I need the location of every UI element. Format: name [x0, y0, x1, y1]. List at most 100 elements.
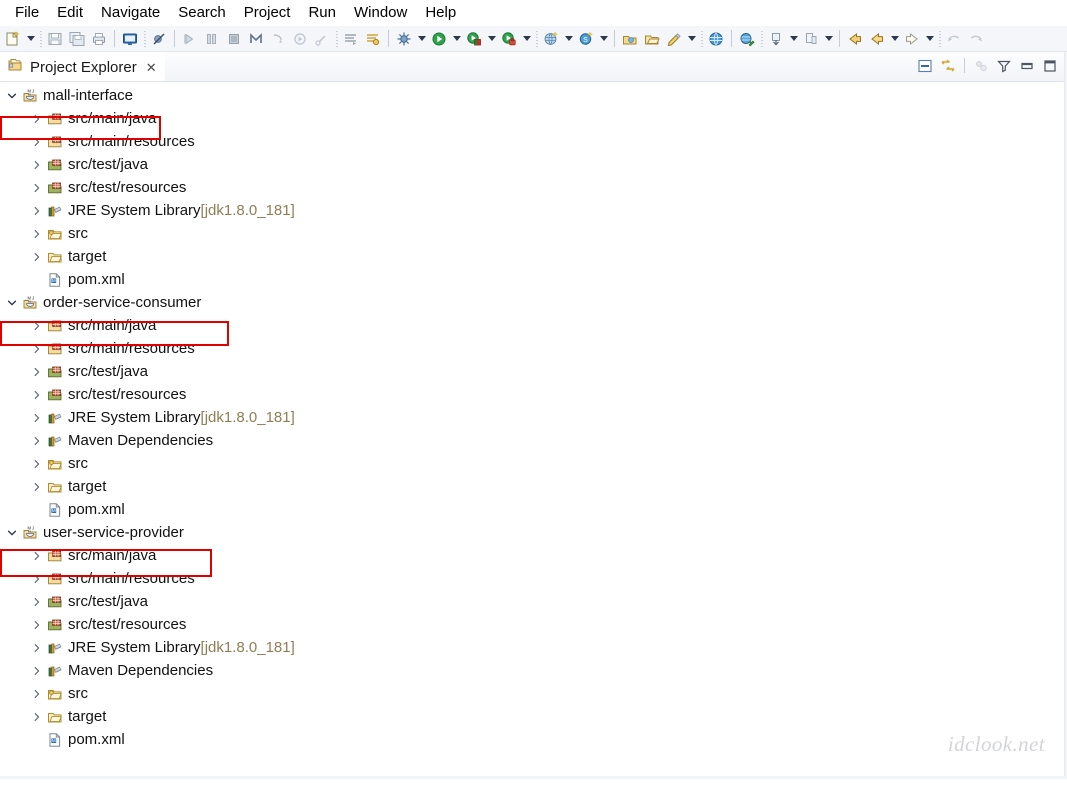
chevron-down-icon[interactable] [4, 521, 20, 544]
tree-row[interactable]: Mpom.xml [0, 728, 1067, 751]
dropdown-arrow-icon[interactable] [597, 28, 610, 50]
tree-row[interactable]: Mpom.xml [0, 498, 1067, 521]
tree-row[interactable]: target [0, 245, 1067, 268]
new-java-project-icon[interactable] [540, 28, 562, 50]
chevron-right-icon[interactable] [29, 199, 45, 222]
chevron-right-icon[interactable] [29, 176, 45, 199]
dropdown-arrow-icon[interactable] [888, 28, 901, 50]
tree-row[interactable]: src/main/java [0, 107, 1067, 130]
tree-row[interactable]: src/test/resources [0, 613, 1067, 636]
chevron-right-icon[interactable] [29, 429, 45, 452]
new-wizard-icon[interactable] [2, 28, 24, 50]
dropdown-arrow-icon[interactable] [485, 28, 498, 50]
dropdown-arrow-icon[interactable] [787, 28, 800, 50]
dropdown-arrow-icon[interactable] [520, 28, 533, 50]
forward-icon[interactable] [901, 28, 923, 50]
resume-icon[interactable] [289, 28, 311, 50]
chevron-right-icon[interactable] [29, 567, 45, 590]
tree-row[interactable]: Maven Dependencies [0, 659, 1067, 682]
open-task-repository-icon[interactable] [663, 28, 685, 50]
dropdown-arrow-icon[interactable] [685, 28, 698, 50]
tree-row[interactable]: Mpom.xml [0, 268, 1067, 291]
tree-row[interactable]: src/main/resources [0, 130, 1067, 153]
chevron-right-icon[interactable] [29, 452, 45, 475]
chevron-down-icon[interactable] [4, 291, 20, 314]
menu-item-navigate[interactable]: Navigate [92, 2, 169, 24]
chevron-right-icon[interactable] [29, 544, 45, 567]
chevron-down-icon[interactable] [4, 84, 20, 107]
link-with-editor-icon[interactable] [937, 56, 959, 76]
step-into-icon[interactable] [201, 28, 223, 50]
chevron-right-icon[interactable] [29, 245, 45, 268]
dropdown-arrow-icon[interactable] [562, 28, 575, 50]
chevron-right-icon[interactable] [29, 659, 45, 682]
chevron-right-icon[interactable] [29, 314, 45, 337]
coverage-icon[interactable] [463, 28, 485, 50]
tree-row[interactable]: target [0, 705, 1067, 728]
next-annotation-icon[interactable] [765, 28, 787, 50]
tab-project-explorer[interactable]: Project Explorer ✕ [0, 52, 165, 81]
previous-edit-icon[interactable] [800, 28, 822, 50]
chevron-right-icon[interactable] [29, 337, 45, 360]
terminate-icon[interactable] [223, 28, 245, 50]
tree-row[interactable]: src/test/resources [0, 176, 1067, 199]
profile-icon[interactable] [498, 28, 520, 50]
open-type-icon[interactable] [619, 28, 641, 50]
open-resource-icon[interactable] [641, 28, 663, 50]
tree-row[interactable]: src/main/resources [0, 337, 1067, 360]
tree-project-row[interactable]: M Jmall-interface [0, 84, 1067, 107]
save-icon[interactable] [44, 28, 66, 50]
tree-row[interactable]: src/test/resources [0, 383, 1067, 406]
close-icon[interactable]: ✕ [146, 61, 157, 74]
chevron-right-icon[interactable] [29, 360, 45, 383]
menu-item-help[interactable]: Help [416, 2, 465, 24]
web-browser-icon[interactable] [705, 28, 727, 50]
tree-row[interactable]: src [0, 452, 1067, 475]
dropdown-arrow-icon[interactable] [822, 28, 835, 50]
project-tree[interactable]: M Jmall-interface src/main/java src/main/re… [0, 82, 1067, 778]
horizontal-scrollbar-track[interactable] [0, 776, 1067, 779]
tree-row[interactable]: Maven Dependencies [0, 429, 1067, 452]
deploy-icon[interactable] [736, 28, 758, 50]
tree-row[interactable]: JRE System Library [jdk1.8.0_181] [0, 406, 1067, 429]
dropdown-arrow-icon[interactable] [24, 28, 37, 50]
collapse-all-icon[interactable] [914, 56, 936, 76]
tree-row[interactable]: src/test/java [0, 590, 1067, 613]
chevron-right-icon[interactable] [29, 705, 45, 728]
chevron-right-icon[interactable] [29, 590, 45, 613]
tree-row[interactable]: JRE System Library [jdk1.8.0_181] [0, 636, 1067, 659]
chevron-right-icon[interactable] [29, 222, 45, 245]
search-task-icon[interactable] [362, 28, 384, 50]
maximize-icon[interactable] [1039, 56, 1061, 76]
debug-icon[interactable] [393, 28, 415, 50]
menu-item-run[interactable]: Run [299, 2, 345, 24]
print-icon[interactable] [88, 28, 110, 50]
chevron-right-icon[interactable] [29, 406, 45, 429]
tree-row[interactable]: src/main/resources [0, 567, 1067, 590]
tree-project-row[interactable]: M Juser-service-provider [0, 521, 1067, 544]
menu-item-project[interactable]: Project [235, 2, 300, 24]
chevron-right-icon[interactable] [29, 383, 45, 406]
tree-row[interactable]: src [0, 222, 1067, 245]
menu-item-file[interactable]: File [6, 2, 48, 24]
disconnect-icon[interactable] [311, 28, 333, 50]
filter-icon[interactable] [993, 56, 1015, 76]
tree-row[interactable]: src/main/java [0, 544, 1067, 567]
redo-icon[interactable] [965, 28, 987, 50]
chevron-right-icon[interactable] [29, 613, 45, 636]
menu-item-edit[interactable]: Edit [48, 2, 92, 24]
tree-row[interactable]: src/test/java [0, 360, 1067, 383]
tree-row[interactable]: JRE System Library [jdk1.8.0_181] [0, 199, 1067, 222]
dropdown-arrow-icon[interactable] [415, 28, 428, 50]
console-icon[interactable] [119, 28, 141, 50]
step-return-icon[interactable] [267, 28, 289, 50]
chevron-right-icon[interactable] [29, 682, 45, 705]
chevron-right-icon[interactable] [29, 475, 45, 498]
chevron-right-icon[interactable] [29, 130, 45, 153]
chevron-right-icon[interactable] [29, 153, 45, 176]
minimize-icon[interactable] [1016, 56, 1038, 76]
dropdown-arrow-icon[interactable] [450, 28, 463, 50]
tree-project-row[interactable]: M Jorder-service-consumer [0, 291, 1067, 314]
step-over-icon[interactable] [179, 28, 201, 50]
save-all-icon[interactable] [66, 28, 88, 50]
